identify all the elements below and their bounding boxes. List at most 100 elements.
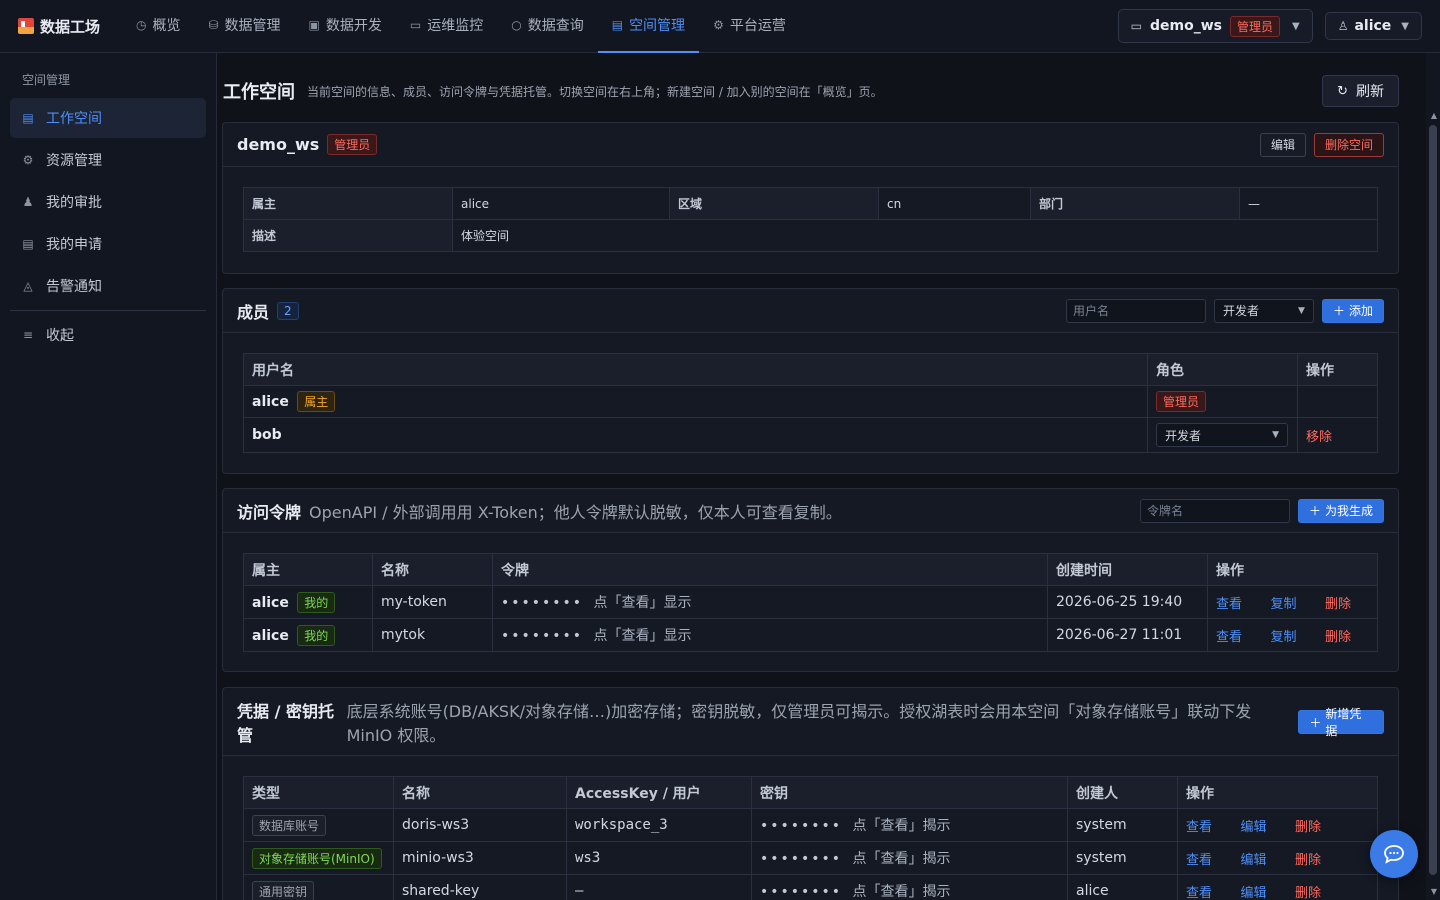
plus-icon: ＋ <box>1309 715 1322 730</box>
nav-tab-label: 运维监控 <box>427 18 484 34</box>
credentials-table: 类型 名称 AccessKey / 用户 密钥 创建人 操作 数据库账号 dor… <box>243 776 1378 900</box>
view-credential-link[interactable]: 查看 <box>1186 820 1212 835</box>
refresh-button[interactable]: ↻ 刷新 <box>1322 75 1399 107</box>
member-action-empty <box>1297 385 1378 418</box>
member-role-select[interactable]: 开发者 ▼ <box>1156 423 1288 447</box>
token-owner: alice <box>252 627 289 644</box>
credential-creator: system <box>1067 841 1178 875</box>
members-count-badge: 2 <box>277 301 299 320</box>
card-header: 凭据 / 密钥托管 底层系统账号(DB/AKSK/对象存储…)加密存储；密钥脱敏… <box>223 688 1398 756</box>
nav-tab-platform-ops[interactable]: ⚙ 平台运营 <box>699 0 800 53</box>
member-role-badge: 管理员 <box>1156 391 1207 412</box>
nav-tab-space-management[interactable]: ▤ 空间管理 <box>597 0 700 53</box>
column-header: 名称 <box>372 553 493 586</box>
role-select-value: 开发者 <box>1222 304 1259 318</box>
scrollbar-thumb[interactable] <box>1429 125 1437 875</box>
sidebar-item-requests[interactable]: ▤ 我的申请 <box>10 224 206 264</box>
token-name-input[interactable]: 令牌名 <box>1139 498 1290 523</box>
sidebar-item-label: 我的审批 <box>46 195 102 211</box>
edit-credential-link[interactable]: 编辑 <box>1240 886 1266 900</box>
copy-token-link[interactable]: 复制 <box>1270 597 1296 612</box>
copy-token-link[interactable]: 复制 <box>1270 630 1296 645</box>
dept-value: — <box>1239 187 1378 220</box>
brand[interactable]: 数据工场 <box>18 16 122 37</box>
delete-credential-link[interactable]: 删除 <box>1295 886 1321 900</box>
nav-tab-data-development[interactable]: ▣ 数据开发 <box>295 0 396 53</box>
edit-credential-link[interactable]: 编辑 <box>1240 853 1266 868</box>
monitor-icon: ▭ <box>409 18 422 32</box>
credential-creator: system <box>1067 808 1178 842</box>
refresh-label: 刷新 <box>1356 84 1384 100</box>
delete-credential-link[interactable]: 删除 <box>1295 820 1321 835</box>
view-token-link[interactable]: 查看 <box>1216 630 1242 645</box>
workspace-name: demo_ws <box>237 135 320 154</box>
credential-name: minio-ws3 <box>393 841 567 875</box>
generate-token-button[interactable]: ＋ 为我生成 <box>1297 498 1384 523</box>
scroll-up-arrow-icon[interactable]: ▲ <box>1431 111 1437 120</box>
column-header: 创建时间 <box>1047 553 1208 586</box>
tokens-subtitle: OpenAPI / 外部调用用 X-Token；他人令牌默认脱敏，仅本人可查看复… <box>309 502 842 522</box>
column-header: 用户名 <box>243 353 1148 386</box>
sidebar-item-workspace[interactable]: ▤ 工作空间 <box>10 98 206 138</box>
nav-tab-label: 数据管理 <box>224 18 281 34</box>
sidebar-item-approvals[interactable]: ♟ 我的审批 <box>10 182 206 222</box>
credentials-subtitle: 底层系统账号(DB/AKSK/对象存储…)加密存储；密钥脱敏，仅管理员可揭示。授… <box>346 702 1252 745</box>
username-input[interactable]: 用户名 <box>1065 298 1206 323</box>
document-icon: ▤ <box>22 237 34 251</box>
edit-workspace-button[interactable]: 编辑 <box>1259 132 1306 157</box>
mine-badge: 我的 <box>297 591 336 613</box>
sidebar-item-alerts[interactable]: ◬ 告警通知 <box>10 266 206 306</box>
page-scrollbar[interactable]: ▲ ▼ <box>1426 53 1440 900</box>
members-table: 用户名 角色 操作 alice 属主 管理员 bob 开发者 ▼ 移除 <box>243 353 1378 453</box>
user-menu[interactable]: ♙ alice ▼ <box>1324 12 1422 40</box>
sidebar-item-resources[interactable]: ⚙ 资源管理 <box>10 140 206 180</box>
delete-token-link[interactable]: 删除 <box>1325 630 1351 645</box>
workspace-name: demo_ws <box>1149 18 1222 34</box>
token-name: my-token <box>372 585 493 619</box>
sidebar-item-label: 我的申请 <box>46 237 102 253</box>
chat-assistant-button[interactable] <box>1370 830 1418 878</box>
scroll-down-arrow-icon[interactable]: ▼ <box>1431 887 1437 896</box>
member-name: alice <box>252 394 289 410</box>
view-credential-link[interactable]: 查看 <box>1186 886 1212 900</box>
add-member-button[interactable]: ＋ 添加 <box>1321 298 1384 323</box>
user-name: alice <box>1354 18 1392 34</box>
nav-tab-data-management[interactable]: ⛁ 数据管理 <box>194 0 294 53</box>
region-value: cn <box>878 187 1031 220</box>
nav-tab-ops-monitor[interactable]: ▭ 运维监控 <box>396 0 497 53</box>
page-title: 工作空间 <box>223 82 295 103</box>
column-header: 角色 <box>1147 353 1298 386</box>
remove-member-link[interactable]: 移除 <box>1306 430 1332 445</box>
delete-token-link[interactable]: 删除 <box>1325 597 1351 612</box>
page-header: 工作空间 当前空间的信息、成员、访问令牌与凭据托管。切换空间在右上角；新建空间 … <box>223 73 1399 109</box>
chevron-down-icon: ▼ <box>1401 20 1409 32</box>
credential-type-tag: 通用密钥 <box>252 880 315 900</box>
token-hint: 点「查看」显示 <box>593 595 692 611</box>
sidebar-collapse-label: 收起 <box>46 328 74 344</box>
card-header: 访问令牌 OpenAPI / 外部调用用 X-Token；他人令牌默认脱敏，仅本… <box>223 489 1398 533</box>
add-credential-button[interactable]: ＋ 新增凭据 <box>1298 707 1385 738</box>
nav-tab-overview[interactable]: ◷ 概览 <box>122 0 194 53</box>
delete-credential-link[interactable]: 删除 <box>1295 853 1321 868</box>
sidebar: 空间管理 ▤ 工作空间 ⚙ 资源管理 ♟ 我的审批 ▤ 我的申请 ◬ 告警通知 … <box>0 53 217 900</box>
edit-credential-link[interactable]: 编辑 <box>1240 820 1266 835</box>
view-credential-link[interactable]: 查看 <box>1186 853 1212 868</box>
desc-label: 描述 <box>243 219 453 252</box>
credential-type-tag: 对象存储账号(MinIO) <box>252 847 382 869</box>
view-token-link[interactable]: 查看 <box>1216 597 1242 612</box>
gear-icon: ⚙ <box>22 153 34 167</box>
sidebar-collapse-button[interactable]: ≡ 收起 <box>10 315 206 355</box>
chat-bubble-icon <box>1384 845 1404 864</box>
token-masked: •••••••• <box>501 628 584 644</box>
table-row: 对象存储账号(MinIO) minio-ws3 ws3 •••••••• 点「查… <box>243 841 1378 875</box>
role-badge: 管理员 <box>327 134 378 155</box>
delete-workspace-button[interactable]: 删除空间 <box>1313 132 1384 157</box>
factory-logo-icon <box>18 18 34 34</box>
workspace-switcher[interactable]: ▭ demo_ws 管理员 ▼ <box>1117 9 1313 43</box>
role-select[interactable]: 开发者 ▼ <box>1213 298 1314 323</box>
search-icon: ○ <box>511 18 522 32</box>
owner-label: 属主 <box>243 187 453 220</box>
table-row: bob 开发者 ▼ 移除 <box>243 417 1378 453</box>
nav-tab-data-query[interactable]: ○ 数据查询 <box>497 0 597 53</box>
card-header: 成员 2 用户名 开发者 ▼ ＋ 添加 <box>223 289 1398 333</box>
